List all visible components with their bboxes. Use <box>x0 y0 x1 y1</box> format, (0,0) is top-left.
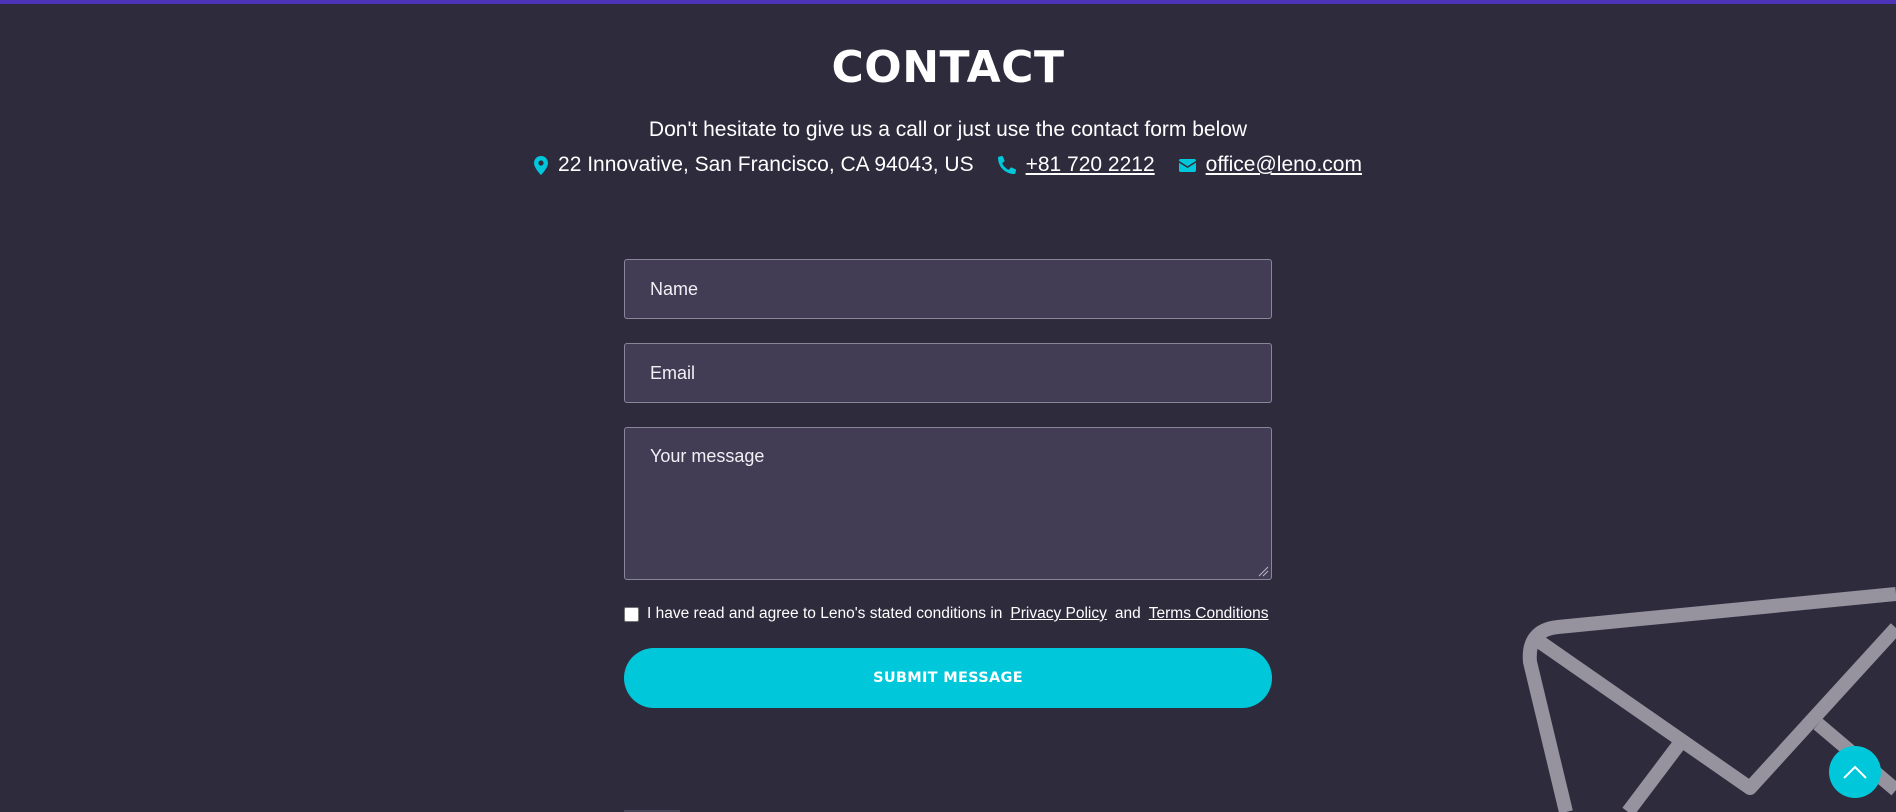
contact-email: office@leno.com <box>1178 151 1362 179</box>
address-text: 22 Innovative, San Francisco, CA 94043, … <box>558 153 974 176</box>
contact-form: Name Email Your message I have read and … <box>624 259 1272 708</box>
scroll-to-top-button[interactable] <box>1829 746 1881 798</box>
consent-row: I have read and agree to Leno's stated c… <box>624 604 1272 624</box>
submit-message-button[interactable]: SUBMIT MESSAGE <box>624 648 1272 708</box>
terms-conditions-link[interactable]: Terms Conditions <box>1149 604 1269 624</box>
consent-checkbox[interactable] <box>624 606 639 622</box>
chevron-up-icon <box>1843 765 1867 779</box>
envelope-icon <box>1178 158 1196 172</box>
map-marker-icon <box>534 155 549 175</box>
privacy-policy-link[interactable]: Privacy Policy <box>1010 604 1106 624</box>
message-textarea[interactable]: Your message <box>624 427 1272 580</box>
section-subtitle: Don't hesitate to give us a call or just… <box>648 118 1248 141</box>
resize-grip-icon[interactable] <box>1257 565 1269 577</box>
section-title: CONTACT <box>831 42 1065 93</box>
phone-icon <box>997 156 1016 174</box>
name-input[interactable]: Name <box>624 259 1272 319</box>
name-placeholder: Name <box>650 278 699 299</box>
consent-text: I have read and agree to Leno's stated c… <box>647 605 1003 622</box>
email-input[interactable]: Email <box>624 343 1272 403</box>
contact-info-row: 22 Innovative, San Francisco, CA 94043, … <box>0 151 1896 179</box>
top-accent-bar <box>0 0 1896 4</box>
email-placeholder: Email <box>650 362 696 383</box>
contact-address: 22 Innovative, San Francisco, CA 94043, … <box>534 151 974 179</box>
phone-link[interactable]: +81 720 2212 <box>1026 151 1155 179</box>
email-link[interactable]: office@leno.com <box>1206 151 1362 179</box>
consent-and: and <box>1114 605 1141 622</box>
contact-phone: +81 720 2212 <box>997 151 1155 179</box>
message-placeholder: Your message <box>650 446 765 466</box>
